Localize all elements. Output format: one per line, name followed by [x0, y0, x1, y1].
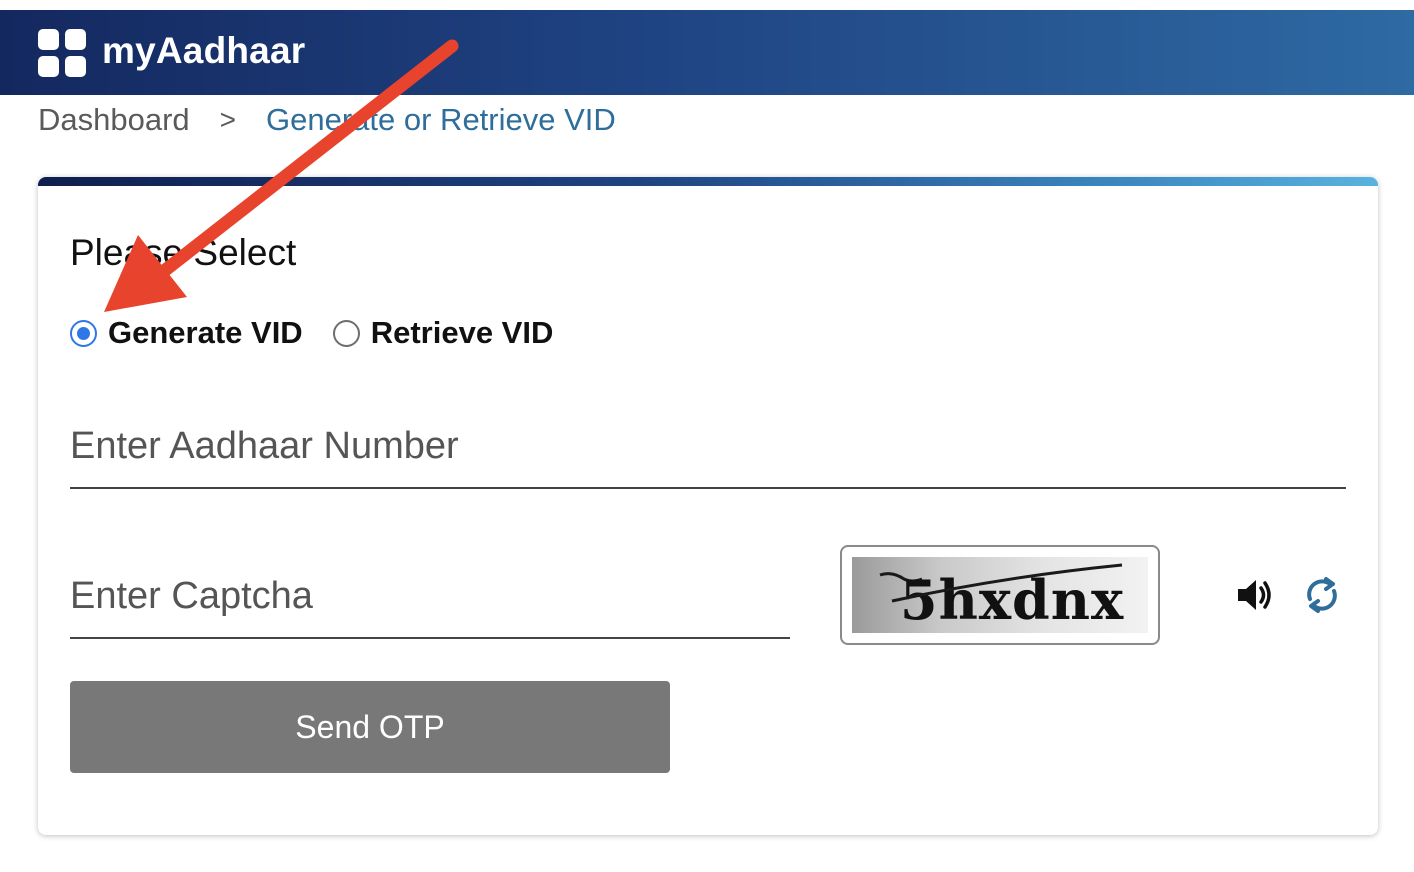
generate-vid-option[interactable]: Generate VID [70, 315, 303, 351]
section-title: Please Select [70, 232, 297, 273]
captcha-input[interactable] [70, 575, 790, 618]
refresh-icon[interactable] [1300, 573, 1344, 617]
app-grid-icon[interactable] [38, 29, 86, 77]
aadhaar-number-field [70, 425, 1346, 489]
generate-vid-label[interactable]: Generate VID [108, 315, 303, 351]
retrieve-vid-label[interactable]: Retrieve VID [371, 315, 554, 351]
captcha-image: 5hxdnx [852, 557, 1148, 633]
chevron-right-icon: > [219, 104, 237, 135]
top-header: myAadhaar [0, 10, 1414, 95]
breadcrumb-current: Generate or Retrieve VID [266, 102, 616, 137]
retrieve-vid-option[interactable]: Retrieve VID [332, 315, 554, 351]
app-title[interactable]: myAadhaar [102, 30, 305, 72]
captcha-field [70, 575, 790, 639]
captcha-image-box: 5hxdnx [840, 545, 1160, 645]
vid-option-group: Generate VID Retrieve VID [70, 315, 553, 351]
breadcrumb-dashboard[interactable]: Dashboard [38, 102, 190, 138]
aadhaar-number-input[interactable] [70, 425, 1346, 468]
send-otp-button[interactable]: Send OTP [70, 681, 670, 773]
card-accent-bar [38, 177, 1378, 186]
retrieve-vid-radio[interactable] [332, 319, 360, 347]
vid-form-card: Please Select Generate VID Retrieve VID … [38, 177, 1378, 835]
speaker-icon[interactable] [1232, 573, 1276, 617]
breadcrumb: Dashboard > Generate or Retrieve VID [38, 100, 616, 140]
generate-vid-radio[interactable] [70, 319, 97, 347]
page: myAadhaar Dashboard > Generate or Retrie… [0, 0, 1414, 872]
